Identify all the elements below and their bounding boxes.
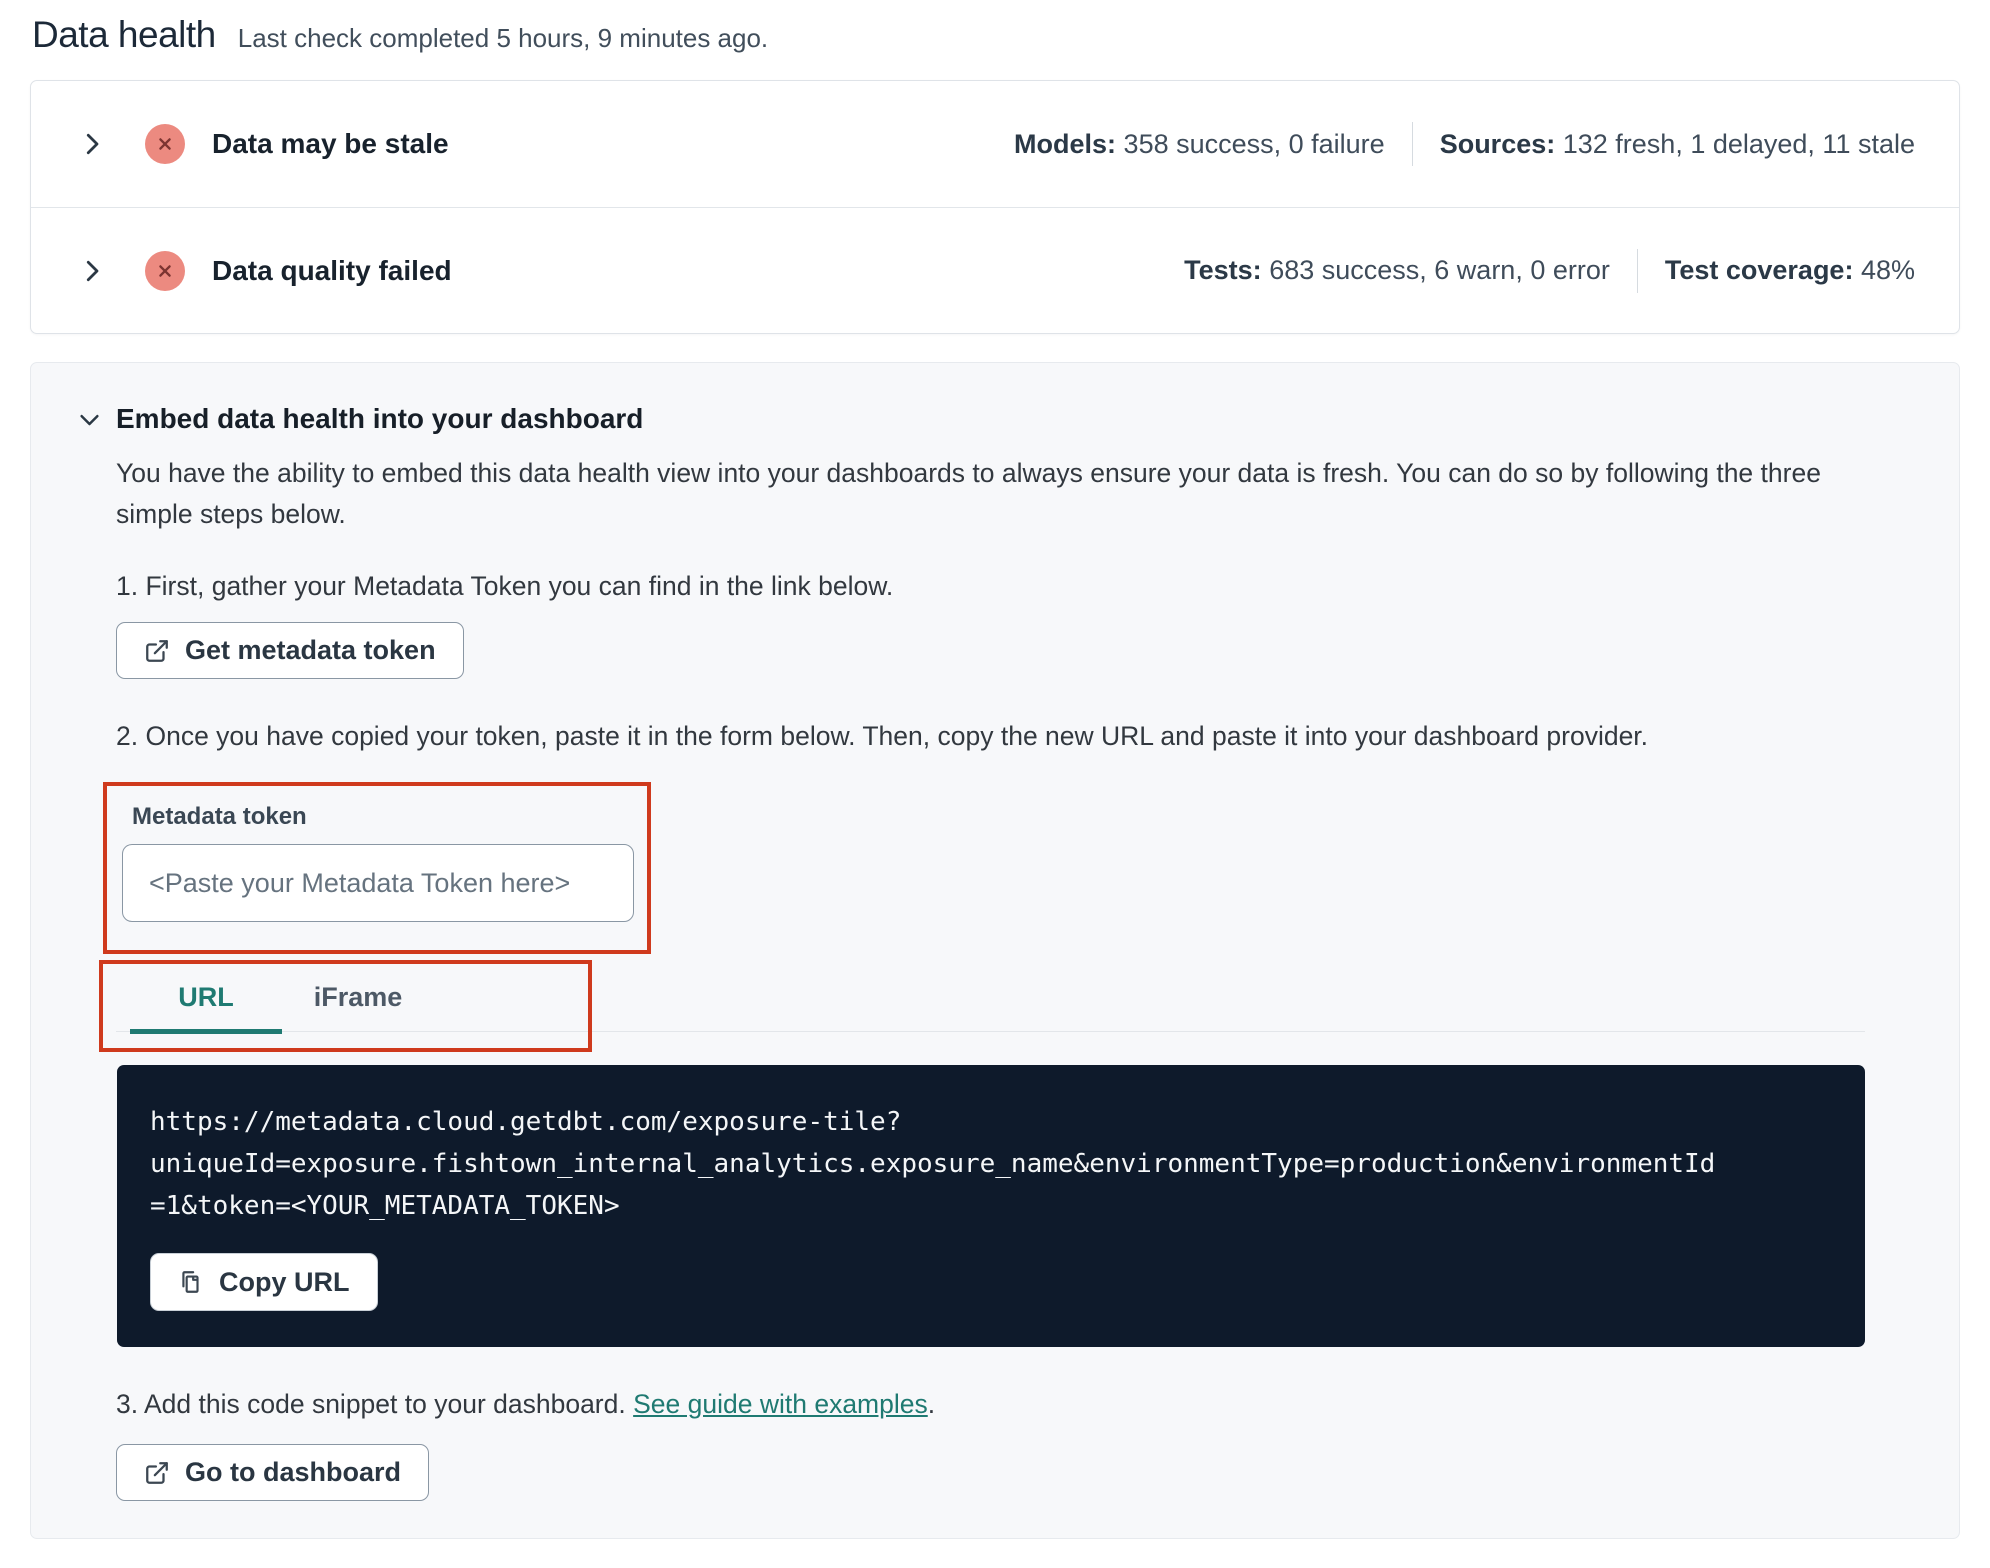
copy-icon bbox=[182, 1271, 199, 1293]
tests-stat-value: 683 success, 6 warn, 0 error bbox=[1269, 255, 1610, 285]
get-metadata-token-label: Get metadata token bbox=[185, 635, 436, 665]
embed-description: You have the ability to embed this data … bbox=[116, 458, 1821, 529]
status-row-stats: Models: 358 success, 0 failure Sources: … bbox=[1014, 122, 1915, 166]
tabs-row: URL iFrame bbox=[116, 960, 1865, 1034]
tests-stat-label: Tests: bbox=[1184, 255, 1262, 285]
stat-divider bbox=[1636, 248, 1638, 293]
models-stat-value: 358 success, 0 failure bbox=[1123, 128, 1385, 159]
status-row-stats: Tests: 683 success, 6 warn, 0 error Test… bbox=[1184, 248, 1915, 293]
step-3-button-row: Go to dashboard bbox=[116, 1444, 1959, 1501]
see-guide-link[interactable]: See guide with examples bbox=[633, 1389, 928, 1419]
status-row-title: Data may be stale bbox=[212, 128, 449, 159]
embed-section-title: Embed data health into your dashboard bbox=[116, 403, 644, 434]
step-2-text: 2. Once you have copied your token, past… bbox=[116, 721, 1649, 751]
step-1-button-row: Get metadata token bbox=[116, 622, 1959, 679]
models-stat-label: Models: bbox=[1014, 128, 1117, 159]
embed-section-card: Embed data health into your dashboard Yo… bbox=[30, 362, 1960, 1539]
go-to-dashboard-button[interactable]: Go to dashboard bbox=[116, 1444, 429, 1501]
embed-url-code-block: https://metadata.cloud.getdbt.com/exposu… bbox=[117, 1065, 1865, 1347]
last-check-status: Last check completed 5 hours, 9 minutes … bbox=[237, 23, 769, 53]
get-metadata-token-button[interactable]: Get metadata token bbox=[116, 622, 464, 679]
stat-divider bbox=[1411, 122, 1413, 166]
copy-url-button[interactable]: Copy URL bbox=[150, 1253, 378, 1311]
chevron-down-icon[interactable] bbox=[76, 406, 103, 433]
external-link-icon bbox=[146, 1461, 168, 1484]
test-coverage-stat-value: 48% bbox=[1860, 255, 1915, 285]
tab-url[interactable]: URL bbox=[130, 960, 282, 1034]
data-health-page: Data health Last check completed 5 hours… bbox=[0, 0, 1990, 1539]
step-3-text: 3. Add this code snippet to your dashboa… bbox=[116, 1389, 1865, 1420]
error-x-circle-icon bbox=[145, 250, 185, 291]
copy-url-label: Copy URL bbox=[219, 1266, 350, 1297]
metadata-token-input[interactable] bbox=[122, 844, 634, 922]
models-stat: Models: 358 success, 0 failure bbox=[1014, 129, 1385, 160]
sources-stat-value: 132 fresh, 1 delayed, 11 stale bbox=[1562, 128, 1915, 159]
metadata-token-label: Metadata token bbox=[132, 803, 307, 830]
embed-url-text: https://metadata.cloud.getdbt.com/exposu… bbox=[150, 1101, 1825, 1227]
embed-url-line: uniqueId=exposure.fishtown_internal_anal… bbox=[150, 1149, 1716, 1179]
chevron-right-icon[interactable] bbox=[77, 256, 107, 286]
tests-stat: Tests: 683 success, 6 warn, 0 error bbox=[1184, 255, 1610, 286]
status-row-stale[interactable]: Data may be stale Models: 358 success, 0… bbox=[31, 81, 1959, 207]
embed-url-line: =1&token=<YOUR_METADATA_TOKEN> bbox=[150, 1191, 620, 1221]
embed-url-line: https://metadata.cloud.getdbt.com/exposu… bbox=[150, 1107, 902, 1137]
tab-iframe[interactable]: iFrame bbox=[282, 960, 434, 1034]
output-format-tabs: URL iFrame bbox=[99, 960, 1865, 1052]
chevron-right-icon[interactable] bbox=[77, 129, 107, 159]
go-to-dashboard-label: Go to dashboard bbox=[185, 1457, 401, 1487]
status-row-title: Data quality failed bbox=[212, 254, 452, 286]
error-x-circle-icon bbox=[145, 124, 185, 164]
step-3-text-part: 3. Add this code snippet to your dashboa… bbox=[116, 1389, 626, 1419]
test-coverage-stat: Test coverage: 48% bbox=[1665, 255, 1915, 286]
external-link-icon bbox=[146, 639, 168, 662]
embed-section-header[interactable]: Embed data health into your dashboard bbox=[31, 403, 1959, 435]
page-title: Data health bbox=[32, 14, 216, 55]
step-3-suffix: . bbox=[927, 1389, 936, 1419]
step-1-text: 1. First, gather your Metadata Token you… bbox=[116, 571, 894, 601]
sources-stat: Sources: 132 fresh, 1 delayed, 11 stale bbox=[1440, 129, 1915, 160]
status-row-quality[interactable]: Data quality failed Tests: 683 success, … bbox=[31, 207, 1959, 333]
test-coverage-stat-label: Test coverage: bbox=[1664, 255, 1854, 285]
status-card: Data may be stale Models: 358 success, 0… bbox=[30, 80, 1960, 334]
annotation-rect-token: Metadata token bbox=[103, 782, 651, 954]
page-header: Data health Last check completed 5 hours… bbox=[30, 14, 1960, 56]
sources-stat-label: Sources: bbox=[1439, 128, 1556, 159]
